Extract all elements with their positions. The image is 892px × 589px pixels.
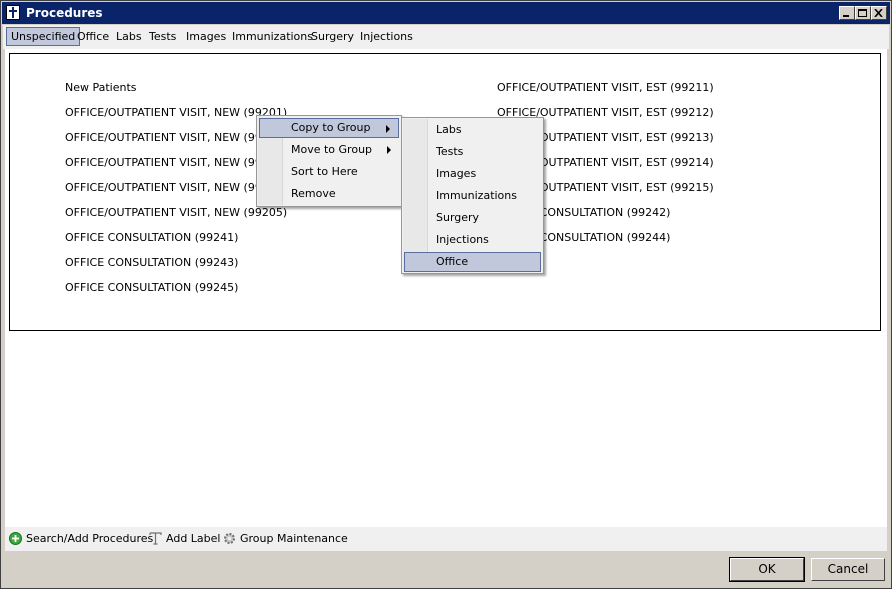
search-add-procedures-label: Search/Add Procedures xyxy=(26,532,154,545)
submenu-item-images[interactable]: Images xyxy=(404,164,541,184)
group-maintenance-button[interactable]: Group Maintenance xyxy=(223,531,348,547)
menu-item-move-to-group[interactable]: Move to Group xyxy=(259,140,399,160)
submenu-item-office[interactable]: Office xyxy=(404,252,541,272)
close-button[interactable] xyxy=(871,6,887,20)
text-label-icon xyxy=(149,532,162,545)
add-label-button[interactable]: Add Label xyxy=(149,531,220,547)
menu-item-label: Sort to Here xyxy=(291,165,358,178)
submenu-item-immunizations[interactable]: Immunizations xyxy=(404,186,541,206)
procedure-item[interactable]: OFFICE CONSULTATION (99245) xyxy=(65,281,238,294)
tab-tests[interactable]: Tests xyxy=(145,27,180,46)
section-label-new-patients[interactable]: New Patients xyxy=(65,81,137,94)
tab-office[interactable]: Office xyxy=(73,27,113,46)
submenu-arrow-icon xyxy=(386,125,390,133)
procedures-window: Procedures Unspecified Office Labs Tests… xyxy=(0,0,892,589)
menu-item-label: Move to Group xyxy=(291,143,373,156)
menu-item-sort-to-here[interactable]: Sort to Here xyxy=(259,162,399,182)
tab-surgery[interactable]: Surgery xyxy=(307,27,358,46)
tab-injections[interactable]: Injections xyxy=(356,27,417,46)
group-tabs: Unspecified Office Labs Tests Images Imm… xyxy=(3,25,889,49)
submenu-item-tests[interactable]: Tests xyxy=(404,142,541,162)
copy-to-group-submenu: Labs Tests Images Immunizations Surgery … xyxy=(401,117,544,274)
group-maintenance-label: Group Maintenance xyxy=(240,532,348,545)
title-bar[interactable]: Procedures xyxy=(2,2,890,24)
procedure-item[interactable]: OFFICE/OUTPATIENT VISIT, NEW (99201) xyxy=(65,106,287,119)
tab-immunizations[interactable]: Immunizations xyxy=(228,27,317,46)
window-title: Procedures xyxy=(26,6,103,20)
gear-icon xyxy=(223,532,236,545)
submenu-item-injections[interactable]: Injections xyxy=(404,230,541,250)
app-icon xyxy=(6,5,20,20)
minimize-button[interactable] xyxy=(839,6,855,20)
menu-item-label: Copy to Group xyxy=(291,121,371,134)
footer-toolbar: Search/Add Procedures Add Label Group Ma… xyxy=(5,527,887,551)
tab-labs[interactable]: Labs xyxy=(112,27,146,46)
procedure-item[interactable]: OFFICE/OUTPATIENT VISIT, NEW (99205) xyxy=(65,206,287,219)
cancel-button[interactable]: Cancel xyxy=(811,558,885,581)
procedure-item[interactable]: OFFICE/OUTPATIENT VISIT, NEW (99 xyxy=(65,156,262,169)
add-circle-icon xyxy=(9,532,22,545)
menu-item-label: Remove xyxy=(291,187,336,200)
tab-images[interactable]: Images xyxy=(182,27,230,46)
procedure-item[interactable]: OFFICE/OUTPATIENT VISIT, EST (99211) xyxy=(497,81,714,94)
submenu-item-surgery[interactable]: Surgery xyxy=(404,208,541,228)
search-add-procedures-button[interactable]: Search/Add Procedures xyxy=(9,531,153,547)
context-menu: Copy to Group Move to Group Sort to Here… xyxy=(256,115,402,207)
menu-item-remove[interactable]: Remove xyxy=(259,184,399,204)
maximize-button[interactable] xyxy=(855,6,871,20)
add-label-label: Add Label xyxy=(166,532,221,545)
submenu-item-labs[interactable]: Labs xyxy=(404,120,541,140)
procedure-item[interactable]: OFFICE CONSULTATION (99243) xyxy=(65,256,238,269)
procedure-item[interactable]: OFFICE CONSULTATION (99241) xyxy=(65,231,238,244)
ok-button[interactable]: OK xyxy=(729,557,805,582)
menu-item-copy-to-group[interactable]: Copy to Group xyxy=(259,118,399,138)
submenu-arrow-icon xyxy=(387,146,391,154)
procedure-item[interactable]: OFFICE/OUTPATIENT VISIT, NEW (99 xyxy=(65,181,262,194)
tab-unspecified[interactable]: Unspecified xyxy=(6,27,81,46)
procedure-item[interactable]: OFFICE/OUTPATIENT VISIT, NEW (99 xyxy=(65,131,262,144)
